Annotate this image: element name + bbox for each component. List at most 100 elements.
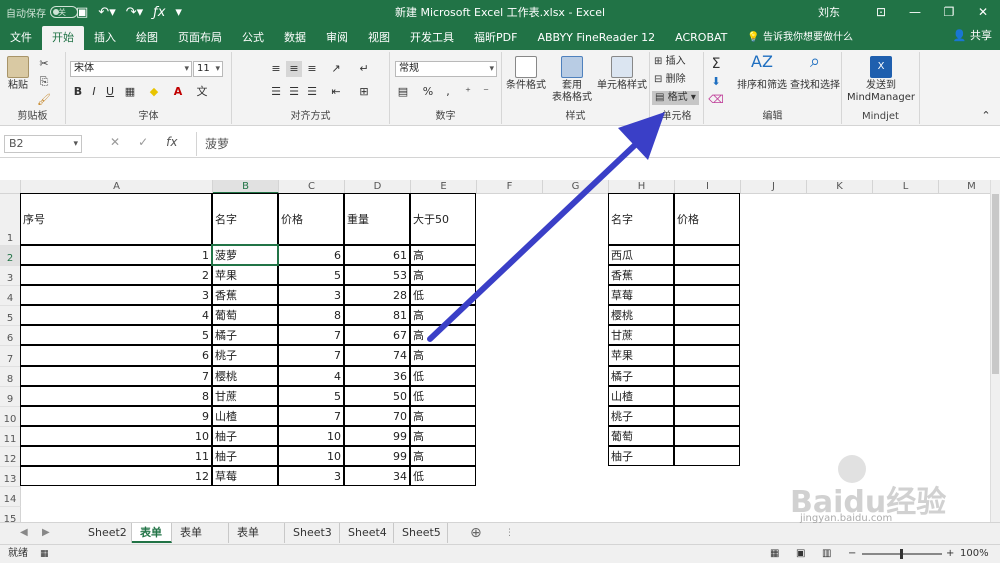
enter-icon[interactable]: ✓: [138, 135, 148, 149]
cell-E12[interactable]: 高: [410, 446, 476, 466]
bold-button[interactable]: B: [70, 84, 86, 100]
name-box[interactable]: B2: [4, 135, 82, 153]
cell-B2[interactable]: 菠萝: [211, 244, 279, 266]
close-button[interactable]: ✕: [966, 0, 1000, 24]
font-name-select[interactable]: 宋体: [70, 61, 192, 77]
cell-I1[interactable]: 价格: [674, 193, 740, 245]
cell-D12[interactable]: 99: [344, 446, 410, 466]
redo-icon[interactable]: ↷▾: [126, 5, 143, 20]
align-left-icon[interactable]: ☰: [268, 84, 284, 100]
cell-B9[interactable]: 甘蔗: [212, 386, 278, 406]
tab-9[interactable]: 开发工具: [400, 26, 464, 50]
cell-A11[interactable]: 10: [20, 426, 212, 446]
cell-I12[interactable]: [674, 446, 740, 466]
tab-3[interactable]: 绘图: [126, 26, 168, 50]
cell-I4[interactable]: [674, 285, 740, 305]
cell-C9[interactable]: 5: [278, 386, 344, 406]
cell-A5[interactable]: 4: [20, 305, 212, 325]
cell-A10[interactable]: 9: [20, 406, 212, 426]
next-sheet-icon[interactable]: ▶: [42, 523, 50, 543]
cell-I5[interactable]: [674, 305, 740, 325]
merge-icon[interactable]: ⊞: [356, 84, 372, 100]
tab-5[interactable]: 公式: [232, 26, 274, 50]
cell-H1[interactable]: 名字: [608, 193, 674, 245]
cell-C5[interactable]: 8: [278, 305, 344, 325]
row-header-12[interactable]: 12: [0, 447, 21, 467]
cell-B8[interactable]: 樱桃: [212, 366, 278, 386]
cell-D11[interactable]: 99: [344, 426, 410, 446]
cell-A12[interactable]: 11: [20, 446, 212, 466]
wrap-text-icon[interactable]: ↵: [356, 61, 372, 77]
cell-D8[interactable]: 36: [344, 366, 410, 386]
autosave-switch[interactable]: [50, 6, 78, 18]
column-header-M[interactable]: M: [939, 180, 990, 194]
format-as-table-button[interactable]: 套用 表格格式: [550, 56, 594, 104]
send-mindmanager-button[interactable]: X 发送到 MindManager: [846, 56, 916, 104]
cell-B11[interactable]: 柚子: [212, 426, 278, 446]
cell-A8[interactable]: 7: [20, 366, 212, 386]
align-center-icon[interactable]: ☰: [286, 84, 302, 100]
cell-I11[interactable]: [674, 426, 740, 446]
cell-B13[interactable]: 草莓: [212, 466, 278, 486]
restore-button[interactable]: ❐: [932, 0, 966, 24]
cell-D5[interactable]: 81: [344, 305, 410, 325]
cell-A1[interactable]: 序号: [20, 193, 212, 245]
undo-icon[interactable]: ↶▾: [98, 5, 115, 20]
row-header-6[interactable]: 6: [0, 326, 21, 346]
cell-B6[interactable]: 橘子: [212, 325, 278, 345]
cell-E11[interactable]: 高: [410, 426, 476, 446]
cut-icon[interactable]: ✂: [36, 56, 52, 72]
zoom-out-icon[interactable]: −: [848, 545, 856, 563]
user-name[interactable]: 刘东: [818, 4, 840, 20]
cell-D6[interactable]: 67: [344, 325, 410, 345]
cell-A13[interactable]: 12: [20, 466, 212, 486]
cell-H10[interactable]: 桃子: [608, 406, 674, 426]
row-header-1[interactable]: 1: [0, 194, 21, 246]
column-header-K[interactable]: K: [807, 180, 873, 194]
cell-B10[interactable]: 山楂: [212, 406, 278, 426]
cell-H6[interactable]: 甘蔗: [608, 325, 674, 345]
tab-split-icon[interactable]: ⋮: [505, 523, 514, 543]
tab-10[interactable]: 福昕PDF: [464, 26, 527, 50]
cell-A4[interactable]: 3: [20, 285, 212, 305]
cell-B12[interactable]: 柚子: [212, 446, 278, 466]
font-color-icon[interactable]: A: [170, 84, 186, 100]
accounting-icon[interactable]: ▤: [395, 84, 411, 100]
cell-I9[interactable]: [674, 386, 740, 406]
column-header-B[interactable]: B: [213, 180, 279, 194]
cell-B3[interactable]: 苹果: [212, 265, 278, 285]
cell-E4[interactable]: 低: [410, 285, 476, 305]
cancel-icon[interactable]: ✕: [110, 135, 120, 149]
cell-C4[interactable]: 3: [278, 285, 344, 305]
cell-C13[interactable]: 3: [278, 466, 344, 486]
ribbon-display-icon[interactable]: ⊡: [864, 0, 898, 24]
customize-qat-icon[interactable]: ▾: [175, 5, 182, 20]
add-sheet-icon[interactable]: ⊕: [470, 523, 482, 543]
sheet-tab-6[interactable]: Sheet5: [394, 523, 448, 543]
cell-A3[interactable]: 2: [20, 265, 212, 285]
cell-I2[interactable]: [674, 245, 740, 265]
cell-D2[interactable]: 61: [344, 245, 410, 265]
cell-C10[interactable]: 7: [278, 406, 344, 426]
cell-I3[interactable]: [674, 265, 740, 285]
comma-icon[interactable]: ,: [440, 84, 456, 100]
cell-E6[interactable]: 高: [410, 325, 476, 345]
row-header-8[interactable]: 8: [0, 367, 21, 387]
cell-A9[interactable]: 8: [20, 386, 212, 406]
cell-B5[interactable]: 葡萄: [212, 305, 278, 325]
prev-sheet-icon[interactable]: ◀: [20, 523, 28, 543]
cell-D9[interactable]: 50: [344, 386, 410, 406]
align-right-icon[interactable]: ☰: [304, 84, 320, 100]
cell-H12[interactable]: 柚子: [608, 446, 674, 466]
column-header-D[interactable]: D: [345, 180, 411, 194]
row-header-7[interactable]: 7: [0, 346, 21, 367]
worksheet-grid[interactable]: A B C D E F G H I J K L M 1 2 3 4 5 6 7 8 9 10 11 12 13 14 15 序号 名字 价格…: [0, 180, 990, 522]
phonetic-icon[interactable]: 文: [194, 84, 210, 100]
fill-color-icon[interactable]: ◆: [146, 84, 162, 100]
insert-cells-button[interactable]: ⊞ 插入: [654, 56, 686, 68]
cell-C2[interactable]: 6: [278, 245, 344, 265]
cell-styles-button[interactable]: 单元格样式: [596, 56, 648, 92]
cell-H2[interactable]: 西瓜: [608, 245, 674, 265]
cell-H3[interactable]: 香蕉: [608, 265, 674, 285]
cell-H5[interactable]: 樱桃: [608, 305, 674, 325]
